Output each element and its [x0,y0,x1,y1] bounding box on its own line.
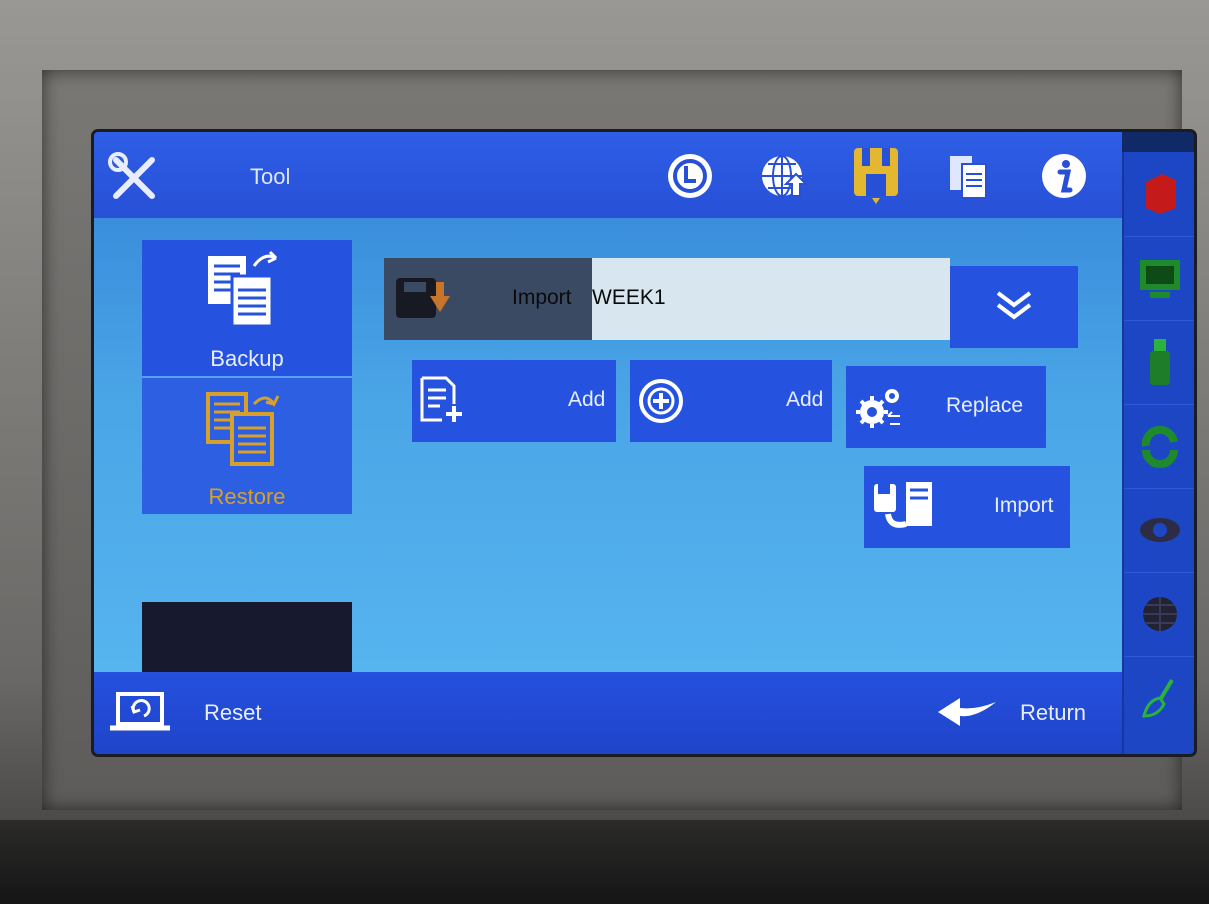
touch-screen: Tool Backup Restore Import WEEK1 Add Add… [94,132,1194,754]
add-circle-icon [638,378,684,429]
add-target-button[interactable]: Add [630,360,832,442]
clock-icon[interactable] [664,150,716,202]
gears-icon [854,384,904,437]
disk-icon[interactable] [850,148,902,204]
refresh-icon[interactable] [1124,404,1194,489]
bottom-bar: Reset Return [94,672,1122,754]
disk-download-icon [394,272,454,331]
green-monitor-icon[interactable] [1124,236,1194,321]
restore-documents-icon [204,386,286,475]
page-title: Tool [250,164,291,189]
top-bar: Tool [94,132,1122,218]
sidebar-item-backup[interactable]: Backup [142,240,352,376]
return-arrow-icon[interactable] [936,696,1000,737]
add-target-label: Add [786,388,824,411]
reset-laptop-icon[interactable] [108,690,172,739]
import-label-button: Import [994,494,1054,517]
import-label: Import [512,286,572,309]
return-button[interactable]: Return [1020,700,1086,726]
import-files-icon [872,480,936,537]
sidebar-item-label: Restore [208,484,286,509]
main-panel: Backup Restore Import WEEK1 Add Add Repl… [94,218,1122,732]
add-document-icon [418,374,466,429]
import-button[interactable]: Import [864,466,1070,548]
backup-documents-icon [204,248,286,337]
chevron-double-down-icon [992,287,1036,328]
reset-button[interactable]: Reset [204,700,261,726]
globe-grid-icon[interactable] [1124,572,1194,657]
eye-icon[interactable] [1124,488,1194,573]
red-cube-icon[interactable] [1124,152,1194,237]
sidebar-item-label: Backup [210,346,284,371]
replace-button[interactable]: Replace [846,366,1046,448]
right-sidebar [1122,152,1194,754]
add-file-button[interactable]: Add [412,360,616,442]
import-value[interactable]: WEEK1 [592,286,666,310]
add-file-label: Add [568,388,606,411]
usb-drive-icon[interactable] [1124,320,1194,405]
device-base [0,820,1209,904]
globe-icon[interactable] [758,150,810,202]
wrench-screwdriver-icon[interactable] [106,150,162,206]
dropdown-button[interactable] [950,266,1078,348]
import-field[interactable]: Import WEEK1 [384,258,950,340]
documents-icon[interactable] [944,150,996,202]
broom-icon[interactable] [1124,656,1194,740]
sidebar-item-restore[interactable]: Restore [142,376,352,514]
info-icon[interactable] [1038,150,1090,202]
replace-label: Replace [946,394,1024,417]
